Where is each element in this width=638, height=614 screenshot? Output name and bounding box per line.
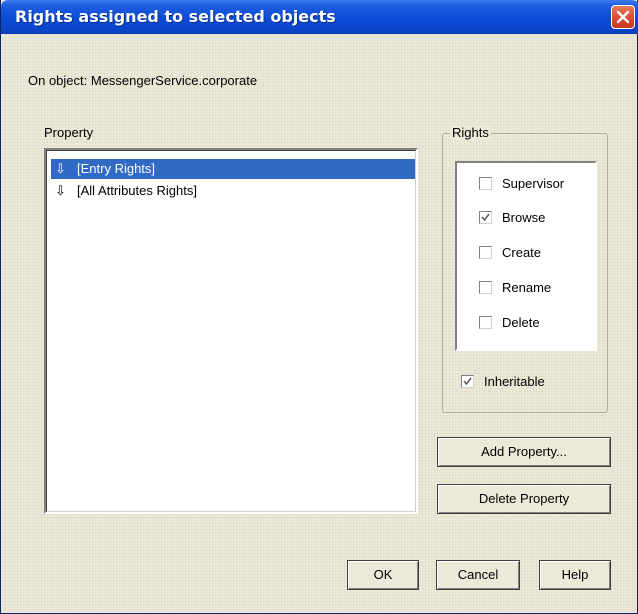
property-list[interactable]: ⇩ [Entry Rights] ⇩ [All Attributes Right… [44, 148, 418, 514]
rights-checkbox-list: Supervisor Browse Create Rename Delete [455, 161, 597, 351]
add-property-button[interactable]: Add Property... [437, 437, 611, 467]
checkbox-label: Browse [502, 210, 546, 225]
list-item-label: [All Attributes Rights] [77, 183, 197, 198]
checkbox-unchecked[interactable] [479, 246, 492, 259]
checkbox-unchecked[interactable] [479, 281, 492, 294]
checkbox-label: Delete [502, 315, 540, 330]
checkmark-icon [481, 213, 490, 222]
dialog-title: Rights assigned to selected objects [15, 7, 336, 26]
help-button[interactable]: Help [539, 560, 611, 590]
cancel-button[interactable]: Cancel [436, 560, 520, 590]
rights-label: Rights [450, 125, 491, 140]
down-arrow-icon: ⇩ [55, 183, 66, 198]
checkmark-icon [463, 377, 472, 386]
checkbox-label: Create [502, 245, 542, 260]
list-item-label: [Entry Rights] [77, 161, 156, 176]
checkbox-label: Supervisor [502, 176, 565, 191]
down-arrow-icon: ⇩ [55, 161, 66, 176]
close-icon [616, 10, 630, 24]
property-label: Property [44, 125, 94, 140]
checkbox-checked[interactable] [461, 375, 474, 388]
inheritable-label: Inheritable [484, 374, 545, 389]
on-object-label: On object: MessengerService.corporate [28, 73, 258, 88]
checkbox-unchecked[interactable] [479, 316, 492, 329]
checkbox-checked[interactable] [479, 211, 492, 224]
list-item-all-attributes-rights[interactable]: ⇩ [All Attributes Rights] [51, 181, 415, 201]
close-button[interactable] [611, 5, 635, 29]
delete-property-button[interactable]: Delete Property [437, 484, 611, 514]
checkbox-unchecked[interactable] [479, 177, 492, 190]
rights-dialog: Rights assigned to selected objects On o… [0, 0, 638, 614]
ok-button[interactable]: OK [347, 560, 419, 590]
list-item-entry-rights[interactable]: ⇩ [Entry Rights] [51, 159, 415, 179]
title-bar[interactable]: Rights assigned to selected objects [1, 0, 638, 34]
checkbox-label: Rename [502, 280, 552, 295]
